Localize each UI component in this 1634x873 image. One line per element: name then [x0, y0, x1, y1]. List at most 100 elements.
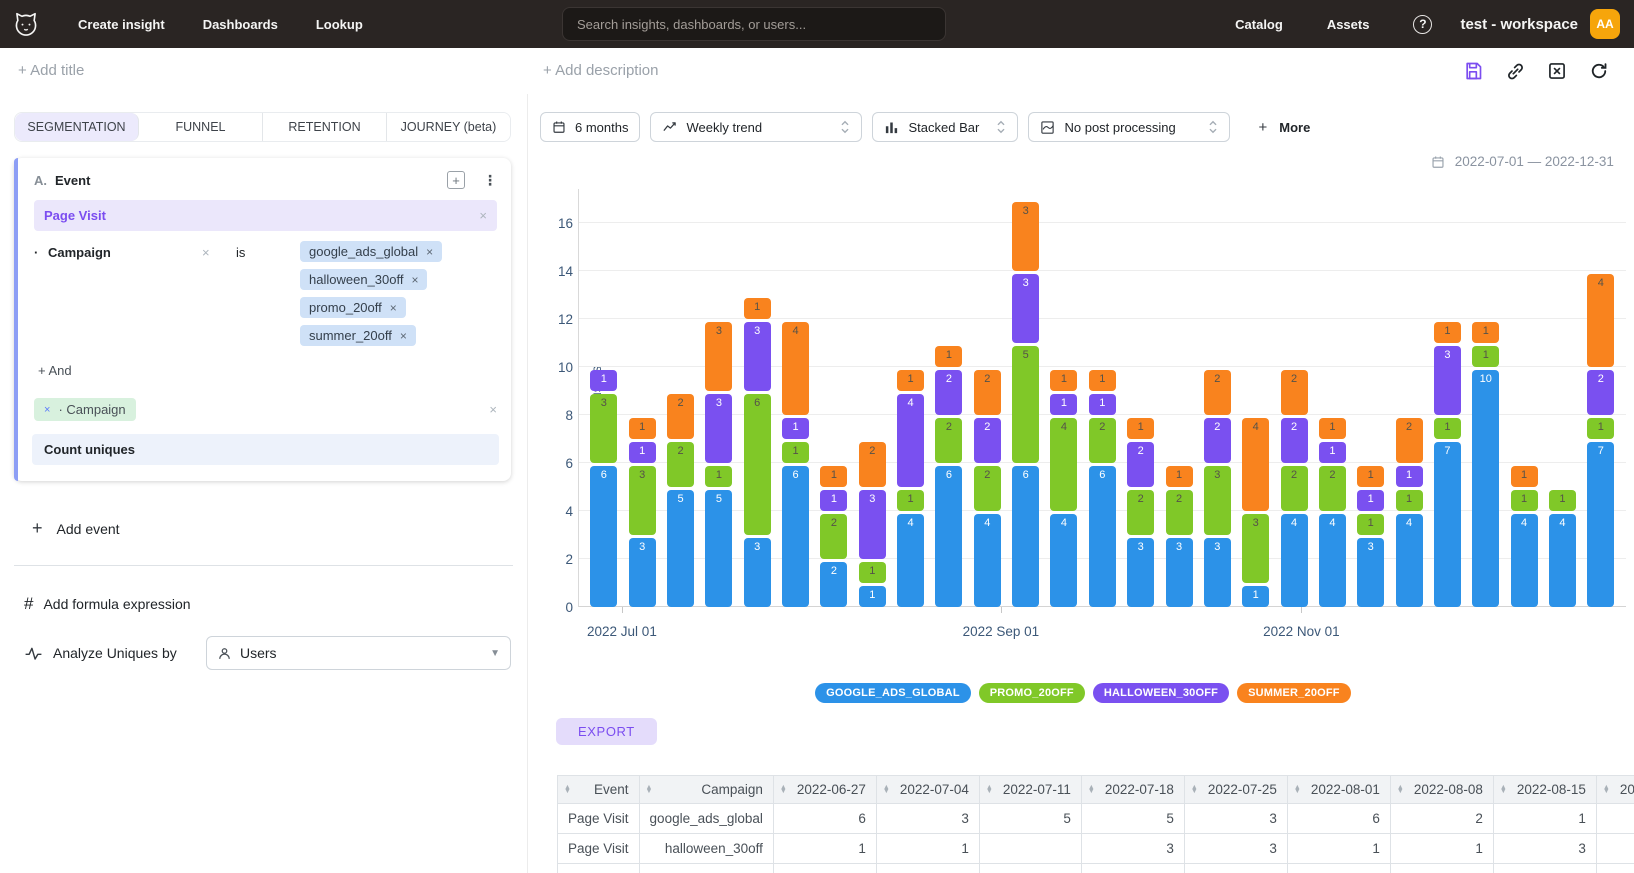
segment-google_ads_global[interactable]: 7	[1587, 442, 1614, 607]
bar-2022-11-28[interactable]: 7131	[1434, 319, 1461, 607]
segment-promo_20off[interactable]: 3	[590, 394, 617, 463]
segment-promo_20off[interactable]: 4	[1050, 418, 1077, 511]
segment-summer_20off[interactable]: 4	[782, 322, 809, 415]
segment-google_ads_global[interactable]: 2	[820, 562, 847, 607]
segment-summer_20off[interactable]: 1	[1434, 322, 1461, 343]
segment-halloween_30off[interactable]: 3	[859, 490, 886, 559]
bar-2022-09-19[interactable]: 4411	[1050, 367, 1077, 607]
bar-2022-10-03[interactable]: 3221	[1127, 415, 1154, 607]
bar-2022-09-12[interactable]: 6533	[1012, 199, 1039, 607]
segment-halloween_30off[interactable]: 1	[1050, 394, 1077, 415]
segment-summer_20off[interactable]: 1	[744, 298, 771, 319]
clear-breakdown-icon[interactable]: ×	[489, 402, 497, 417]
export-button[interactable]: EXPORT	[556, 718, 657, 745]
segment-google_ads_global[interactable]: 3	[744, 538, 771, 607]
segment-halloween_30off[interactable]: 2	[974, 418, 1001, 463]
column-header-2022-08-01[interactable]: ▲▼2022-08-01	[1287, 776, 1390, 804]
segment-google_ads_global[interactable]: 6	[935, 466, 962, 607]
remove-breakdown-icon[interactable]: ×	[44, 404, 50, 416]
column-header-2022-08-15[interactable]: ▲▼2022-08-15	[1493, 776, 1596, 804]
sort-icon[interactable]: ▲▼	[1603, 786, 1610, 794]
legend-pill-promo_20off[interactable]: PROMO_20OFF	[979, 683, 1085, 703]
segment-google_ads_global[interactable]: 4	[1319, 514, 1346, 607]
segment-promo_20off[interactable]: 2	[974, 466, 1001, 511]
sort-icon[interactable]: ▲▼	[1191, 786, 1198, 794]
remove-value-icon[interactable]: ×	[400, 329, 407, 343]
segment-summer_20off[interactable]: 2	[1281, 370, 1308, 415]
segment-promo_20off[interactable]: 1	[1357, 514, 1384, 535]
bar-2022-10-24[interactable]: 134	[1242, 415, 1269, 607]
segment-promo_20off[interactable]: 1	[859, 562, 886, 583]
segment-halloween_30off[interactable]: 2	[935, 370, 962, 415]
legend-pill-halloween_30off[interactable]: HALLOWEEN_30OFF	[1093, 683, 1229, 703]
bar-2022-11-14[interactable]: 3111	[1357, 463, 1384, 607]
breakdown-tag[interactable]: × · Campaign	[34, 398, 136, 421]
more-options-button[interactable]: + More	[1258, 119, 1310, 136]
trend-select[interactable]: Weekly trend	[650, 112, 862, 142]
column-header-2022-08-22[interactable]: ▲▼2022-08-22	[1596, 776, 1634, 804]
bar-2022-07-18[interactable]: 5133	[705, 319, 732, 607]
segment-google_ads_global[interactable]: 4	[1396, 514, 1423, 607]
segment-google_ads_global[interactable]: 6	[782, 466, 809, 607]
segment-summer_20off[interactable]: 2	[667, 394, 694, 439]
segment-halloween_30off[interactable]: 3	[744, 322, 771, 391]
refresh-icon[interactable]	[1588, 60, 1610, 82]
segment-google_ads_global[interactable]: 7	[1434, 442, 1461, 607]
segment-google_ads_global[interactable]: 10	[1472, 370, 1499, 607]
segment-promo_20off[interactable]: 3	[629, 466, 656, 535]
segment-google_ads_global[interactable]: 3	[629, 538, 656, 607]
bar-2022-09-05[interactable]: 4222	[974, 367, 1001, 607]
bar-2022-10-17[interactable]: 3322	[1204, 367, 1231, 607]
segment-summer_20off[interactable]: 1	[1357, 466, 1384, 487]
bar-2022-08-01[interactable]: 6114	[782, 319, 809, 607]
add-formula-button[interactable]: # Add formula expression	[24, 594, 511, 614]
segment-promo_20off[interactable]: 1	[705, 466, 732, 487]
segment-google_ads_global[interactable]: 6	[1012, 466, 1039, 607]
legend-pill-google_ads_global[interactable]: GOOGLE_ADS_GLOBAL	[815, 683, 971, 703]
sort-icon[interactable]: ▲▼	[986, 786, 993, 794]
remove-value-icon[interactable]: ×	[390, 301, 397, 315]
cat-logo-icon[interactable]	[12, 10, 40, 38]
segment-promo_20off[interactable]: 1	[1434, 418, 1461, 439]
segment-promo_20off[interactable]: 1	[1511, 490, 1538, 511]
segment-halloween_30off[interactable]: 1	[782, 418, 809, 439]
segment-halloween_30off[interactable]: 1	[1319, 442, 1346, 463]
workspace-name[interactable]: test - workspace	[1460, 16, 1578, 33]
segment-google_ads_global[interactable]: 4	[974, 514, 1001, 607]
filter-value-tag[interactable]: halloween_30off×	[300, 269, 427, 290]
duplicate-event-icon[interactable]: +	[447, 171, 465, 189]
segment-promo_20off[interactable]: 1	[1396, 490, 1423, 511]
event-selector[interactable]: Page Visit ×	[34, 200, 497, 231]
segment-halloween_30off[interactable]: 1	[1396, 466, 1423, 487]
segment-promo_20off[interactable]: 1	[897, 490, 924, 511]
sort-icon[interactable]: ▲▼	[883, 786, 890, 794]
segment-summer_20off[interactable]: 3	[705, 322, 732, 391]
tab-retention[interactable]: RETENTION	[263, 113, 387, 141]
tab-journey-beta-[interactable]: JOURNEY (beta)	[387, 113, 510, 141]
segment-google_ads_global[interactable]: 1	[1242, 586, 1269, 607]
segment-halloween_30off[interactable]: 1	[629, 442, 656, 463]
segment-summer_20off[interactable]: 4	[1242, 418, 1269, 511]
sort-icon[interactable]: ▲▼	[1088, 786, 1095, 794]
segment-google_ads_global[interactable]: 4	[1050, 514, 1077, 607]
bar-2022-12-26[interactable]: 7124	[1587, 271, 1614, 607]
segment-summer_20off[interactable]: 4	[1587, 274, 1614, 367]
column-header-event[interactable]: ▲▼Event	[558, 776, 640, 804]
segment-promo_20off[interactable]: 2	[935, 418, 962, 463]
bar-2022-10-10[interactable]: 321	[1166, 463, 1193, 607]
filter-value-tag[interactable]: summer_20off×	[300, 325, 416, 346]
aggregation-selector[interactable]: Count uniques	[32, 434, 499, 465]
analyze-by-select[interactable]: Users ▼	[206, 636, 511, 670]
bar-2022-11-21[interactable]: 4112	[1396, 415, 1423, 607]
bar-2022-08-22[interactable]: 4141	[897, 367, 924, 607]
segment-google_ads_global[interactable]: 1	[859, 586, 886, 607]
segment-halloween_30off[interactable]: 2	[1127, 442, 1154, 487]
save-icon[interactable]	[1462, 60, 1484, 82]
sort-icon[interactable]: ▲▼	[646, 786, 653, 794]
column-header-campaign[interactable]: ▲▼Campaign	[639, 776, 773, 804]
sort-icon[interactable]: ▲▼	[1397, 786, 1404, 794]
tab-segmentation[interactable]: SEGMENTATION	[15, 113, 139, 141]
segment-halloween_30off[interactable]: 1	[1089, 394, 1116, 415]
column-header-2022-07-04[interactable]: ▲▼2022-07-04	[876, 776, 979, 804]
column-header-2022-07-18[interactable]: ▲▼2022-07-18	[1081, 776, 1184, 804]
